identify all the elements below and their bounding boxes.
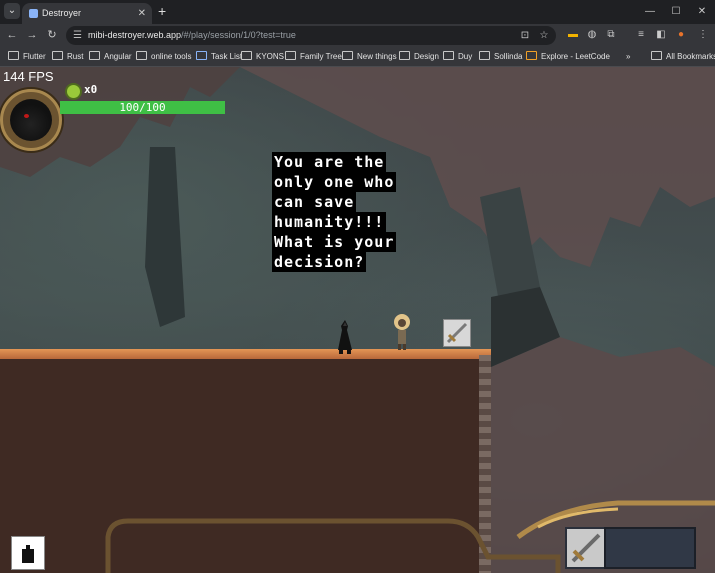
dialog-box: You are the only one who can save humani… [272, 152, 440, 272]
bookmark-label: Design [414, 52, 439, 61]
profile-avatar-icon[interactable]: ● [674, 28, 688, 42]
leetcode-icon [526, 51, 537, 60]
bookmark-folder[interactable]: Duy [443, 47, 472, 66]
bookmark-label: Angular [104, 52, 132, 61]
game-canvas[interactable]: 144 FPS x0 100/100 You are the only one … [0, 67, 715, 573]
bookmark-folder[interactable]: online tools [136, 47, 191, 66]
folder-icon [285, 51, 296, 60]
window-close-button[interactable]: ✕ [689, 0, 715, 24]
bookmark-label: Sollinda [494, 52, 523, 61]
inventory-panel [604, 527, 696, 569]
folder-icon [443, 51, 454, 60]
tab-destroyer[interactable]: Destroyer ✕ [22, 3, 152, 24]
coin-count: x0 [84, 83, 98, 96]
bookmark-link[interactable]: Explore - LeetCode [526, 47, 610, 66]
stone-pillar [145, 147, 185, 327]
bookmark-folder[interactable]: Design [399, 47, 439, 66]
bookmark-label: New things [357, 52, 397, 61]
player-character [338, 320, 352, 354]
sword-icon [571, 533, 601, 563]
bookmark-label: Duy [458, 52, 473, 61]
bookmark-folder[interactable]: Flutter [8, 47, 46, 66]
health-text: 100/100 [119, 101, 166, 114]
new-tab-button[interactable]: + [158, 3, 172, 19]
bookmark-folder[interactable]: Angular [89, 47, 132, 66]
favicon-icon [29, 9, 38, 18]
folder-icon [8, 51, 19, 60]
folder-icon [52, 51, 63, 60]
dialog-line: You are the [272, 152, 387, 172]
folder-icon [342, 51, 353, 60]
bookmark-label: Family Tree [300, 52, 342, 61]
chrome-menu-icon[interactable]: ⋮ [696, 28, 710, 42]
minimize-button[interactable]: — [637, 0, 663, 24]
bookmark-label: online tools [151, 52, 192, 61]
bookmark-link[interactable]: Task List [196, 47, 242, 66]
attack-button[interactable] [11, 536, 45, 570]
tab-search-icon[interactable]: ⌄ [4, 3, 20, 19]
bookmark-star-icon[interactable]: ☆ [537, 28, 551, 43]
extension-wallet-icon[interactable]: ▬ [566, 28, 580, 42]
bookmark-folder[interactable]: Rust [52, 47, 83, 66]
dialog-line: What is your [272, 232, 397, 252]
side-panel-icon[interactable]: ◧ [654, 28, 668, 42]
bookmarks-bar: Flutter Rust Angular online tools Task L… [0, 47, 715, 67]
url-text: mibi-destroyer.web.app/#/play/session/1/… [88, 26, 296, 45]
media-controls-icon[interactable]: ≡ [634, 28, 648, 42]
reload-icon[interactable]: ↻ [44, 27, 60, 43]
ground-grass [0, 349, 491, 359]
url-host: mibi-destroyer.web.app [88, 30, 182, 40]
tab-title: Destroyer [42, 8, 82, 18]
bookmark-label: Explore - LeetCode [541, 52, 610, 61]
folder-icon [479, 51, 490, 60]
maximize-button[interactable]: ☐ [663, 0, 689, 24]
wolf-avatar-icon [10, 99, 52, 141]
folder-icon [399, 51, 410, 60]
sword-icon [446, 322, 468, 344]
bookmark-folder[interactable]: New things [342, 47, 397, 66]
inventory-slot[interactable] [565, 527, 607, 569]
install-app-icon[interactable]: ⊡ [518, 28, 532, 43]
red-eye-icon [24, 114, 29, 118]
forward-icon[interactable]: → [24, 27, 40, 43]
folder-icon [136, 51, 147, 60]
dialog-line: decision? [272, 252, 367, 272]
bookmark-folder[interactable]: Family Tree [285, 47, 342, 66]
bookmark-folder[interactable]: KYONS [241, 47, 284, 66]
fps-counter: 144 FPS [3, 69, 54, 84]
address-bar[interactable]: ☰ mibi-destroyer.web.app/#/play/session/… [66, 26, 556, 45]
task-icon [196, 51, 207, 60]
player-portrait [0, 89, 62, 151]
bookmark-label: Rust [67, 52, 84, 61]
tab-strip: ⌄ Destroyer ✕ + — ☐ ✕ [0, 0, 715, 24]
npc-character [394, 314, 410, 350]
bookmark-label: Task List [211, 52, 243, 61]
sword-pickup[interactable] [443, 319, 471, 347]
bookmarks-overflow-button[interactable]: » [626, 47, 630, 66]
extension-circle-icon[interactable]: ◍ [585, 28, 599, 42]
coin-icon [65, 83, 82, 100]
folder-icon [89, 51, 100, 60]
url-path: /#/play/session/1/0?test=true [181, 30, 296, 40]
bookmark-label: Flutter [23, 52, 46, 61]
folder-icon [651, 51, 662, 60]
folder-icon [241, 51, 252, 60]
bookmark-label: All Bookmarks [666, 52, 715, 61]
bookmark-folder[interactable]: Sollinda [479, 47, 522, 66]
tab-close-icon[interactable]: ✕ [138, 3, 146, 24]
extensions-puzzle-icon[interactable]: ⧉ [604, 28, 618, 42]
dialog-line: can save [272, 192, 357, 212]
hand-icon [22, 545, 34, 563]
site-info-icon[interactable]: ☰ [73, 28, 82, 43]
back-icon[interactable]: ← [4, 27, 20, 43]
toolbar: ← → ↻ ☰ mibi-destroyer.web.app/#/play/se… [0, 24, 715, 47]
dialog-line: humanity!!! [272, 212, 387, 232]
dialog-line: only one who [272, 172, 397, 192]
bookmark-label: KYONS [256, 52, 285, 61]
all-bookmarks-button[interactable]: All Bookmarks [651, 47, 715, 66]
